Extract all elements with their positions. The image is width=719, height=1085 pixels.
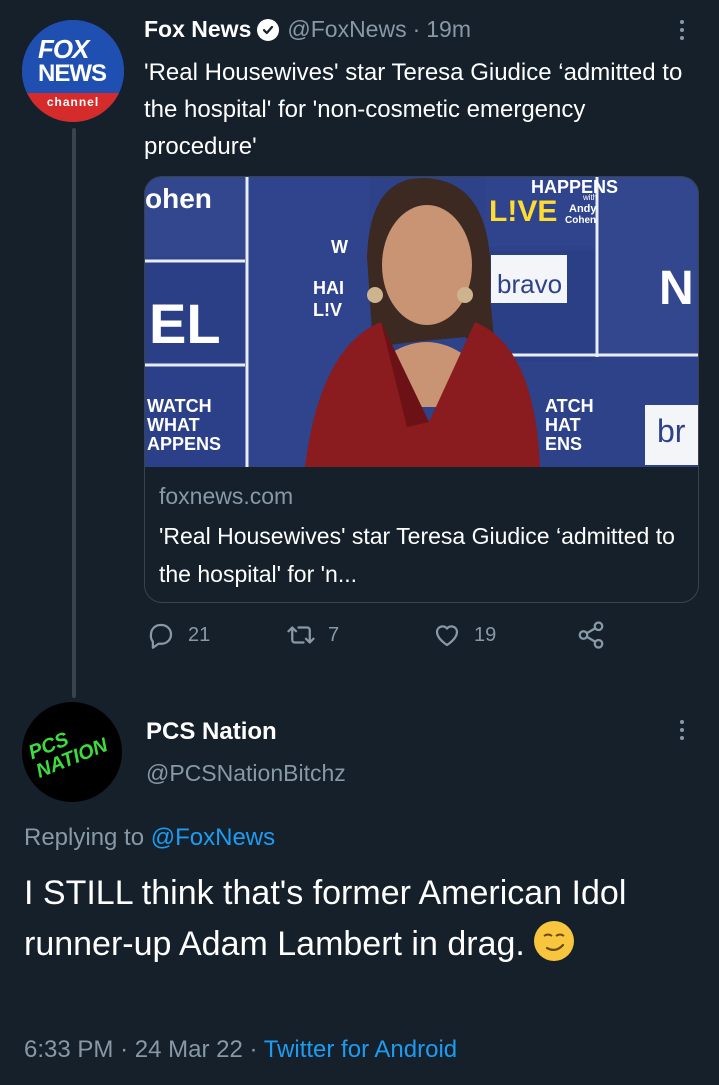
reply-display-name[interactable]: PCS Nation [146,718,277,746]
card-title: 'Real Housewives' star Teresa Giudice ‘a… [159,523,675,587]
backdrop-text-with: with [583,193,598,202]
thread-connector-line [72,128,76,698]
retweet-icon [287,626,315,644]
backdrop-text-bravo: bravo [497,269,563,299]
pcs-nation-avatar[interactable]: PCS NATION [22,702,122,802]
card-domain: foxnews.com [159,483,294,509]
meta-separator: · [120,1036,129,1063]
article-image: ohen HAPPENS L!VE with Andy Cohen bravo … [145,177,698,467]
backdrop-text-live: L!VE [489,195,558,228]
reply-handle[interactable]: @PCSNationBitchz [146,760,346,787]
reply-count: 21 [188,623,211,646]
reply-date[interactable]: 24 Mar 22 [135,1036,243,1063]
backdrop-text-cohen-small: Cohen [565,215,597,226]
replying-prefix: Replying to [24,824,145,851]
backdrop-text-n: N [659,262,694,315]
reply-meta-line: 6:33 PM · 24 Mar 22 · Twitter for Androi… [24,1036,457,1064]
avatar-text-channel: channel [46,95,100,109]
reply-source[interactable]: Twitter for Android [264,1036,457,1063]
backdrop-text-watch-left: WATCH WHAT APPENS [147,396,222,454]
tweet-actions: 21 7 19 [146,620,626,660]
retweet-button[interactable]: 7 [286,620,339,650]
handle[interactable]: @FoxNews [287,16,406,43]
replying-to-link[interactable]: @FoxNews [151,824,275,851]
smirk-emoji-icon [534,921,575,961]
backdrop-text-br: br [657,413,686,449]
backdrop-text-cohen: ohen [145,183,212,214]
backdrop-text-el: EL [149,292,221,355]
retweet-count: 7 [328,623,340,646]
display-name[interactable]: Fox News [144,16,251,43]
backdrop-text-watch-right: ATCH HAT ENS [545,396,594,454]
backdrop-text-hal: HAI L!V [313,278,344,320]
avatar-text-news: NEWS [38,60,107,87]
fox-news-avatar[interactable]: FOX NEWS channel [22,20,124,122]
time-ago[interactable]: 19m [426,16,471,43]
more-options-icon[interactable] [680,20,684,40]
like-icon [435,625,459,647]
like-button[interactable]: 19 [432,620,496,650]
reply-text-block: I STILL think that's former American Ido… [24,868,704,970]
share-button[interactable] [576,620,606,650]
reply-time[interactable]: 6:33 PM [24,1036,113,1063]
reply-more-options-icon[interactable] [680,720,684,740]
verified-badge-icon [257,18,280,41]
backdrop-text-w: W [331,237,348,257]
tweet-text: 'Real Housewives' star Teresa Giudice ‘a… [144,59,683,160]
reply-button[interactable]: 21 [146,620,210,650]
link-preview-card[interactable]: ohen HAPPENS L!VE with Andy Cohen bravo … [144,176,699,603]
separator: · [412,16,421,42]
avatar-text-pcs: PCS NATION [25,728,111,783]
backdrop-text-andy: Andy [569,203,597,215]
reply-icon [149,623,173,649]
replying-to-line: Replying to @FoxNews [24,824,275,852]
tweet-header: Fox News @FoxNews · 19m [144,16,471,43]
meta-separator: · [249,1036,258,1063]
share-icon [578,621,604,649]
like-count: 19 [474,623,497,646]
